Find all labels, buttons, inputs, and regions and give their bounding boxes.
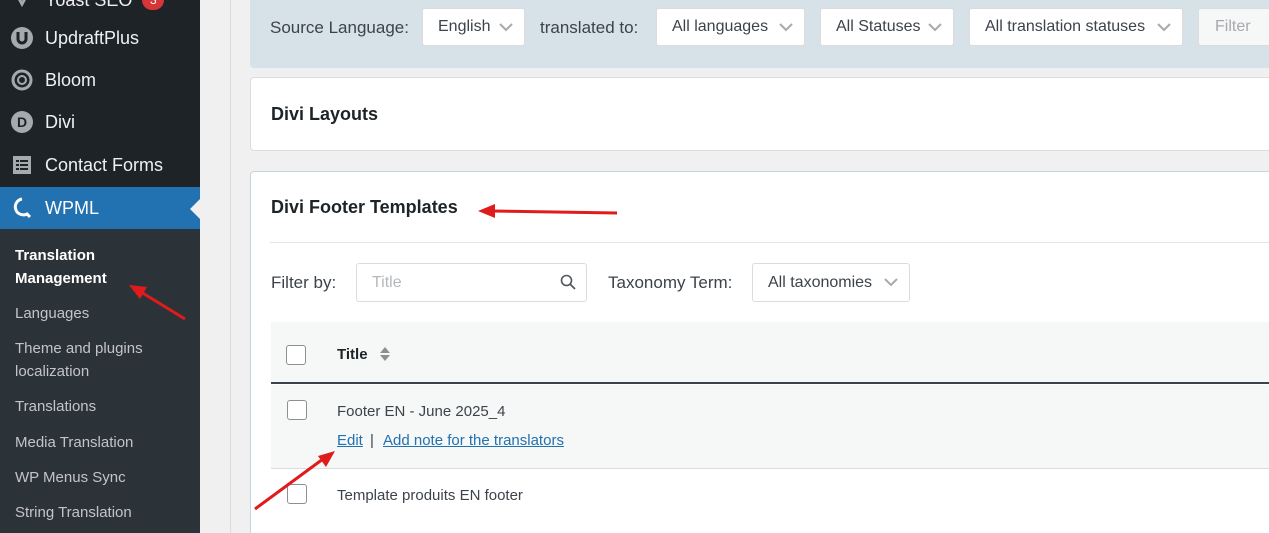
divi-icon: D — [9, 109, 35, 135]
row-action-separator: | — [370, 432, 374, 449]
select-value: All taxonomies — [768, 273, 873, 291]
translation-status-select[interactable]: All translation statuses — [969, 8, 1183, 46]
menu-item-updraftplus[interactable]: UpdraftPlus — [0, 17, 200, 59]
menu-item-label: Bloom — [45, 69, 97, 90]
content-edge — [230, 0, 231, 533]
select-value: English — [438, 18, 491, 35]
taxonomy-term-label: Taxonomy Term: — [608, 273, 733, 292]
select-value: All translation statuses — [985, 18, 1146, 35]
svg-text:D: D — [17, 114, 27, 130]
submenu-string-translation[interactable]: String Translation — [15, 501, 190, 524]
menu-item-label: Contact Forms — [45, 154, 164, 175]
search-input[interactable] — [372, 274, 552, 292]
section-title: Divi Layouts — [271, 104, 379, 124]
chevron-down-icon — [778, 20, 794, 38]
table-row — [271, 385, 1269, 469]
select-all-checkbox[interactable] — [286, 345, 306, 365]
sort-icon[interactable] — [379, 346, 391, 367]
divi-layouts-section[interactable] — [250, 77, 1269, 151]
menu-item-bloom[interactable]: Bloom — [0, 59, 200, 101]
row-checkbox[interactable] — [287, 400, 307, 420]
menu-item-wpml[interactable]: WPML — [0, 187, 200, 229]
submenu-translations[interactable]: Translations — [15, 395, 190, 418]
source-language-label: Source Language: — [270, 18, 409, 37]
source-language-select[interactable]: English — [422, 8, 525, 46]
select-value: All Statuses — [836, 18, 921, 35]
taxonomy-select[interactable]: All taxonomies — [752, 263, 910, 302]
menu-item-label: Yoast SEO — [45, 0, 132, 11]
search-icon[interactable] — [560, 274, 576, 295]
submenu-translation-management[interactable]: Translation Management — [15, 244, 190, 290]
chevron-down-icon — [1156, 20, 1172, 38]
updraftplus-icon — [9, 25, 35, 51]
status-select[interactable]: All Statuses — [820, 8, 954, 46]
wpml-submenu: Translation Management Languages Theme a… — [0, 229, 200, 533]
submenu-theme-plugins-localization[interactable]: Theme and plugins localization — [15, 337, 190, 383]
contact-forms-icon — [9, 152, 35, 178]
menu-item-label: UpdraftPlus — [45, 27, 140, 48]
divider — [270, 242, 1269, 243]
yoast-icon — [9, 0, 35, 13]
submenu-languages[interactable]: Languages — [15, 302, 190, 325]
bloom-icon — [9, 67, 35, 93]
translated-to-label: translated to: — [540, 18, 639, 37]
menu-item-label: Divi — [45, 111, 75, 132]
add-note-link[interactable]: Add note for the translators — [383, 432, 564, 449]
filter-button[interactable]: Filter — [1198, 8, 1269, 46]
submenu-media-translation[interactable]: Media Translation — [15, 431, 190, 454]
select-value: All languages — [672, 18, 769, 35]
filter-by-label: Filter by: — [271, 273, 337, 292]
row-title: Template produits EN footer — [337, 487, 523, 504]
wpml-icon — [9, 195, 35, 221]
row-checkbox[interactable] — [287, 484, 307, 504]
menu-item-contact-forms[interactable]: Contact Forms — [0, 144, 200, 186]
title-search-field[interactable] — [356, 263, 587, 302]
admin-sidebar: Yoast SEO 3 UpdraftPlus Bloom D Divi Con… — [0, 0, 200, 533]
menu-item-divi[interactable]: D Divi — [0, 101, 200, 143]
menu-item-label: WPML — [45, 197, 99, 218]
section-title: Divi Footer Templates — [271, 197, 458, 217]
target-language-select[interactable]: All languages — [656, 8, 805, 46]
chevron-down-icon — [498, 20, 514, 38]
submenu-wp-menus-sync[interactable]: WP Menus Sync — [15, 466, 190, 489]
chevron-down-icon — [927, 20, 943, 38]
chevron-down-icon — [883, 275, 899, 293]
active-indicator — [190, 199, 200, 219]
title-column-header[interactable]: Title — [337, 346, 368, 363]
row-title: Footer EN - June 2025_4 — [337, 403, 506, 420]
edit-link[interactable]: Edit — [337, 432, 363, 449]
table-header — [271, 322, 1269, 384]
update-badge: 3 — [142, 0, 165, 10]
